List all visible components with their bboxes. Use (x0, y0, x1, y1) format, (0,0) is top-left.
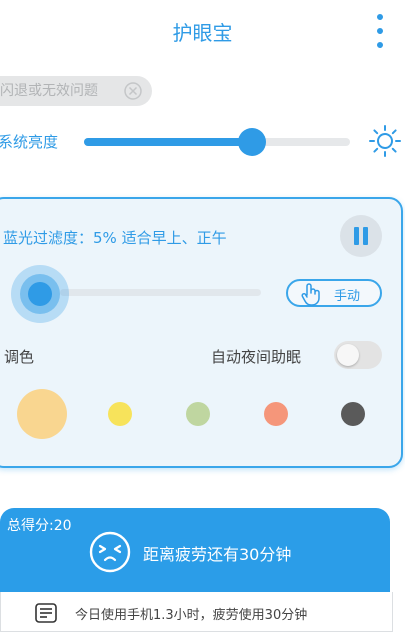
close-circle-icon[interactable] (123, 81, 143, 101)
manual-button-label: 手动 (334, 289, 361, 304)
list-icon (35, 603, 57, 623)
filter-slider-thumb[interactable] (11, 265, 69, 323)
tired-face-icon (89, 531, 131, 573)
color-swatch[interactable] (341, 402, 365, 426)
pause-icon (354, 227, 359, 245)
brightness-thumb[interactable] (237, 128, 266, 156)
brightness-label: 系统亮度 (0, 133, 59, 151)
app-title: 护眼宝 (172, 21, 233, 45)
color-swatch[interactable] (108, 402, 132, 426)
color-swatch[interactable] (17, 389, 67, 439)
more-vert-icon[interactable] (370, 14, 390, 48)
manual-button[interactable]: 手动 (286, 279, 382, 307)
brightness-slider[interactable] (84, 128, 350, 156)
tone-label: 调色 (4, 348, 35, 366)
auto-night-label: 自动夜间助眠 (211, 348, 302, 366)
auto-night-toggle[interactable] (334, 341, 382, 369)
usage-summary[interactable]: 今日使用手机1.3小时，疲劳使用30分钟 (0, 592, 393, 632)
notice-text: 闪退或无效问题 (0, 83, 98, 99)
fatigue-countdown: 距离疲劳还有30分钟 (143, 545, 292, 564)
sun-icon[interactable] (368, 124, 402, 158)
hand-pointer-icon (301, 283, 320, 306)
filter-level-label: 蓝光过滤度：5% 适合早上、正午 (3, 229, 227, 247)
usage-text: 今日使用手机1.3小时，疲劳使用30分钟 (75, 608, 308, 623)
color-swatch[interactable] (264, 402, 288, 426)
color-swatch[interactable] (186, 402, 210, 426)
filter-slider[interactable] (60, 289, 261, 296)
brightness-fill (84, 138, 252, 146)
pause-button[interactable] (340, 215, 382, 257)
notice-pill[interactable]: 闪退或无效问题 (0, 76, 152, 106)
total-score: 总得分:20 (7, 518, 72, 534)
